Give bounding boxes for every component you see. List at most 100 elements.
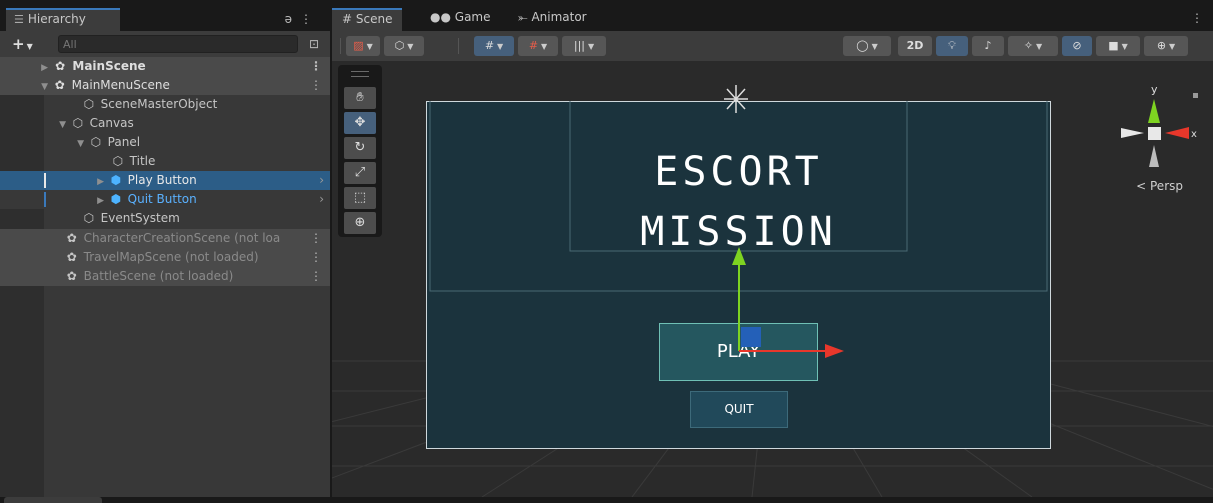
move-gizmo-center[interactable] <box>741 327 761 347</box>
hierarchy-item-play-button[interactable]: ▶ ⬢ Play Button › <box>0 171 330 190</box>
hierarchy-item-eventsystem[interactable]: ⬡ EventSystem <box>0 209 330 228</box>
gizmo-y-cone[interactable] <box>1148 99 1160 123</box>
scene-viewport[interactable]: ✋︎ ✥ ↻ ⤢ ⬚ ⊕ ESCORT MISSION PLAY QUIT y … <box>332 61 1213 497</box>
effects-dropdown[interactable]: ✧ ▼ <box>1008 36 1058 56</box>
gameobject-icon: ⬡ <box>83 211 95 225</box>
bottom-tab[interactable] <box>4 497 102 503</box>
chevron-down-icon: ▼ <box>1121 42 1128 51</box>
tab-animator[interactable]: ⤜ Animator <box>508 8 597 31</box>
gizmo-lock-dot <box>1193 93 1198 98</box>
light-icon: 💡︎ <box>948 39 956 52</box>
chevron-down-icon: ▼ <box>541 42 548 51</box>
chevron-down-icon: ▼ <box>1169 42 1176 51</box>
hierarchy-item-canvas[interactable]: ▼ ⬡ Canvas <box>0 114 330 133</box>
gameobject-icon: ⬡ <box>90 135 102 149</box>
toolbar-separator <box>340 38 341 54</box>
ruler-icon: ||| <box>573 39 585 52</box>
item-label: EventSystem <box>100 211 180 225</box>
gizmo-y-label: y <box>1151 83 1158 96</box>
gizmo-x-cone[interactable] <box>1165 127 1189 139</box>
scene-row-mainscene[interactable]: ▶ ✿ MainScene ⋮ <box>0 57 330 76</box>
chevron-down-icon: ▼ <box>26 42 33 51</box>
item-label: Canvas <box>89 116 134 130</box>
scene-label: BattleScene (not loaded) <box>83 269 234 283</box>
kebab-menu-icon[interactable]: ⋮ <box>310 229 322 248</box>
camera-icon: ■ <box>1108 39 1119 52</box>
grid-snap-toggle[interactable]: # ▼ <box>474 36 514 56</box>
light-gizmo-icon <box>724 85 748 113</box>
tab-game[interactable]: ●● Game <box>420 8 501 31</box>
kebab-menu-icon[interactable]: ⋮ <box>310 76 322 95</box>
hierarchy-item-title[interactable]: ⬡ Title <box>0 152 330 171</box>
shading-dropdown[interactable]: ◯ ▼ <box>843 36 891 56</box>
hierarchy-item-scenemasterobject[interactable]: ⬡ SceneMasterObject <box>0 95 330 114</box>
tab-label: Scene <box>355 12 393 26</box>
kebab-menu-icon[interactable]: ⋮ <box>310 57 322 76</box>
hierarchy-tab[interactable]: ☰ Hierarchy <box>6 8 120 31</box>
draw-mode-dropdown[interactable]: ▨ ▼ <box>346 36 380 56</box>
orientation-gizmo[interactable]: y x <box>1113 71 1203 171</box>
gizmo-neg-x-cone[interactable] <box>1121 128 1144 138</box>
unity-scene-icon: ✿ <box>54 78 65 92</box>
render-mode-dropdown[interactable]: ⬡ ▼ <box>384 36 424 56</box>
hierarchy-item-panel[interactable]: ▼ ⬡ Panel <box>0 133 330 152</box>
kebab-menu-icon[interactable]: ⋮ <box>310 267 322 286</box>
gizmos-dropdown[interactable]: ⊕ ▼ <box>1144 36 1188 56</box>
scene-tab-bar: # Scene ●● Game ⤜ Animator ⋮ <box>332 0 1213 31</box>
plus-icon: + <box>12 35 25 53</box>
chevron-right-icon[interactable]: › <box>319 190 324 209</box>
item-label: SceneMasterObject <box>100 97 218 111</box>
audio-toggle[interactable]: ♪ <box>972 36 1004 56</box>
gameobject-icon: ⬡ <box>83 97 95 111</box>
hierarchy-tab-label: Hierarchy <box>27 12 86 26</box>
persp-label: Persp <box>1150 179 1183 193</box>
tab-scene[interactable]: # Scene <box>332 8 403 31</box>
item-label: Play Button <box>127 173 197 187</box>
draw-mode-icon: ▨ <box>353 39 364 52</box>
hierarchy-icon: ☰ <box>14 13 24 26</box>
scene-row-battlescene[interactable]: ✿ BattleScene (not loaded) ⋮ <box>0 267 330 286</box>
item-label: Quit Button <box>127 192 197 206</box>
ruler-dropdown[interactable]: ||| ▼ <box>562 36 606 56</box>
chevron-left-icon: < <box>1136 179 1147 193</box>
shading-sphere-icon: ◯ <box>856 39 869 52</box>
item-label: Panel <box>107 135 141 149</box>
gizmo-center-cube[interactable] <box>1148 127 1161 140</box>
hidden-objects-toggle[interactable]: ⊘ <box>1062 36 1092 56</box>
hierarchy-panel: ☰Hierarchy ə⋮ +▼ ⊡ ▶ ✿ MainScene ⋮ ▼ ✿ M… <box>0 0 330 497</box>
lock-icon[interactable]: ə <box>285 12 300 26</box>
projection-toggle[interactable]: < Persp <box>1136 179 1183 193</box>
hierarchy-search-input[interactable] <box>58 35 298 53</box>
scene-row-travelmap[interactable]: ✿ TravelMapScene (not loaded) ⋮ <box>0 248 330 267</box>
kebab-menu-icon[interactable]: ⋮ <box>300 12 320 26</box>
chevron-down-icon: ▼ <box>407 42 414 51</box>
light-toggle[interactable]: 💡︎ <box>936 36 968 56</box>
cube-icon: ⬡ <box>394 39 405 52</box>
camera-dropdown[interactable]: ■ ▼ <box>1096 36 1140 56</box>
audio-icon: ♪ <box>984 39 992 52</box>
scene-row-charactercreation[interactable]: ✿ CharacterCreationScene (not loa ⋮ <box>0 229 330 248</box>
create-button[interactable]: + ▼ <box>12 35 33 53</box>
search-options-icon[interactable]: ⊡ <box>309 37 319 51</box>
gizmo-icon: ⊕ <box>1156 39 1167 52</box>
unity-scene-icon: ✿ <box>66 269 77 283</box>
toolbar-separator <box>458 38 459 54</box>
chevron-right-icon[interactable]: › <box>319 171 324 190</box>
hierarchy-item-quit-button[interactable]: ▶ ⬢ Quit Button › <box>0 190 330 209</box>
scene-label: CharacterCreationScene (not loa <box>83 231 281 245</box>
mode-2d-toggle[interactable]: 2D <box>898 36 932 56</box>
snap-increment-toggle[interactable]: # ▼ <box>518 36 558 56</box>
scene-label: TravelMapScene (not loaded) <box>83 250 259 264</box>
move-gizmo-y-arrow[interactable] <box>732 247 746 265</box>
move-gizmo-x-arrow[interactable] <box>825 344 844 358</box>
gamepad-icon: ●● <box>430 10 451 24</box>
kebab-menu-icon[interactable]: ⋮ <box>310 248 322 267</box>
kebab-menu-icon[interactable]: ⋮ <box>1191 11 1203 25</box>
grid-icon: # <box>484 39 495 52</box>
move-gizmo[interactable] <box>332 61 1213 497</box>
scene-row-mainmenuscene[interactable]: ▼ ✿ MainMenuScene ⋮ <box>0 76 330 95</box>
tab-label: Animator <box>531 10 587 24</box>
scene-label: MainMenuScene <box>71 78 170 92</box>
gizmo-neg-y-cone[interactable] <box>1149 145 1159 167</box>
scene-label: MainScene <box>72 59 146 73</box>
